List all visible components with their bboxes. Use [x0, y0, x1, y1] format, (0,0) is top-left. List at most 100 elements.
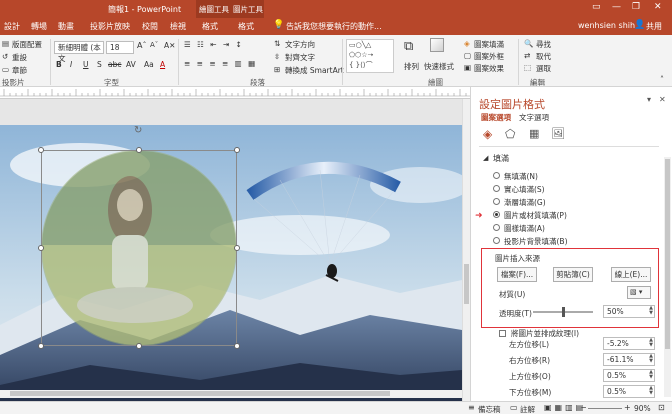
resize-handle[interactable] [38, 147, 44, 153]
shape-effects-button[interactable]: 圖案效果 [474, 63, 504, 74]
selection-box[interactable] [41, 150, 237, 346]
offset-input[interactable]: -61.1% ▲ ▼ [603, 353, 655, 366]
pane-scroll-thumb[interactable] [665, 159, 670, 349]
spinner-icon[interactable]: ▲ ▼ [649, 338, 653, 348]
tab-text-options[interactable]: 文字選項 [519, 112, 549, 123]
vertical-scrollbar[interactable] [462, 99, 470, 401]
fill-option-label[interactable]: 無填滿(N) [504, 171, 538, 182]
quick-styles-icon[interactable] [430, 38, 444, 52]
font-size-select[interactable]: 18 [106, 41, 134, 54]
picture-icon[interactable]: 🖼 [551, 127, 565, 140]
spinner-icon[interactable]: ▲ ▼ [649, 386, 653, 396]
fill-option-label[interactable]: 實心填滿(S) [504, 184, 545, 195]
tab-review[interactable]: 校閱 [142, 21, 158, 32]
tab-design[interactable]: 設計 [4, 21, 20, 32]
resize-handle[interactable] [136, 343, 142, 349]
arrange-icon[interactable]: ⧉ [404, 39, 413, 54]
tab-slideshow[interactable]: 投影片放映 [90, 21, 130, 32]
resize-handle[interactable] [234, 147, 240, 153]
pane-close-icon[interactable]: ✕ [659, 95, 666, 104]
notes-button[interactable]: 備忘稿 [478, 404, 501, 415]
fill-section-header[interactable]: 填滿 [493, 153, 509, 164]
scroll-thumb[interactable] [464, 264, 469, 304]
scroll-thumb[interactable] [10, 391, 390, 396]
tab-transitions[interactable]: 轉場 [31, 21, 47, 32]
slide-editor[interactable]: ↻ [0, 99, 462, 401]
fill-option-radio[interactable] [493, 224, 500, 231]
resize-handle[interactable] [234, 245, 240, 251]
shape-outline-button[interactable]: 圖案外框 [474, 51, 504, 62]
offset-input[interactable]: 0.5% ▲ ▼ [603, 385, 655, 398]
share-button[interactable]: 共用 [646, 21, 662, 32]
shapes-gallery[interactable]: ▭○╲△ ⬠⬡☆➝{ }⟨⟩⌒ [346, 39, 394, 73]
quick-styles-button[interactable]: 快速樣式 [424, 61, 454, 72]
fill-option-label[interactable]: 圖樣填滿(A) [504, 223, 545, 234]
texture-picker[interactable]: ▧ ▾ [627, 286, 651, 299]
fill-option-radio[interactable] [493, 172, 500, 179]
minimize-icon[interactable]: — [612, 2, 621, 12]
tab-drawing-format[interactable]: 格式 [202, 21, 218, 32]
resize-handle[interactable] [38, 245, 44, 251]
fill-option-label[interactable]: 投影片背景填滿(B) [504, 236, 568, 247]
bullets-icon[interactable]: ☰ ☷ ⇤ ⇥ ↕ [184, 40, 244, 49]
replace-button[interactable]: 取代 [536, 51, 551, 62]
resize-handle[interactable] [234, 343, 240, 349]
restore-icon[interactable]: ❐ [632, 2, 640, 12]
arrange-button[interactable]: 排列 [404, 61, 419, 72]
layout-button[interactable]: 版面配置 [12, 39, 42, 50]
effects-pentagon-icon[interactable]: ⬠ [505, 127, 515, 141]
collapse-ribbon-icon[interactable]: ˄ [660, 75, 664, 84]
fill-option-radio[interactable] [493, 198, 500, 205]
tile-checkbox[interactable] [499, 330, 506, 337]
pane-scrollbar[interactable] [664, 157, 671, 397]
align-text-button[interactable]: 對齊文字 [285, 52, 315, 63]
italic-button[interactable]: I [70, 60, 72, 69]
fill-option-radio[interactable] [493, 211, 500, 218]
strikethrough-button[interactable]: abc [108, 60, 121, 69]
ribbon-display-icon[interactable]: ▭ [592, 2, 601, 12]
close-icon[interactable]: ✕ [654, 2, 662, 12]
change-case-button[interactable]: Aa [144, 60, 154, 69]
clipboard-button[interactable]: 剪貼簿(C) [553, 267, 593, 282]
fill-option-radio[interactable] [493, 237, 500, 244]
find-button[interactable]: 尋找 [536, 39, 551, 50]
section-collapse-icon[interactable]: ◢ [483, 154, 488, 162]
clear-format-icon[interactable]: A✕ [164, 41, 175, 50]
slide[interactable]: ↻ [0, 125, 462, 401]
horizontal-scrollbar[interactable] [0, 390, 462, 398]
bold-button[interactable]: B [56, 60, 62, 69]
fit-slide-icon[interactable]: ⊡ [658, 403, 665, 412]
transparency-slider[interactable] [533, 307, 593, 317]
resize-handle[interactable] [38, 343, 44, 349]
font-name-select[interactable]: 新細明體 (本文 [54, 41, 104, 63]
zoom-out-icon[interactable]: − [580, 403, 587, 412]
user-name[interactable]: wenhsien shih [578, 21, 635, 30]
underline-button[interactable]: U [83, 60, 89, 69]
font-color-button[interactable]: A [160, 60, 165, 69]
online-button[interactable]: 線上(E)... [611, 267, 651, 282]
offset-input[interactable]: -5.2% ▲ ▼ [603, 337, 655, 350]
tell-me-search[interactable]: 告訴我您想要執行的動作... [286, 21, 382, 32]
transparency-slider-thumb[interactable] [562, 307, 565, 317]
zoom-in-icon[interactable]: + [624, 403, 631, 412]
transparency-input[interactable]: 50% ▲ ▼ [603, 305, 655, 318]
rotate-handle-icon[interactable]: ↻ [134, 125, 142, 136]
pane-options-icon[interactable]: ▾ [647, 95, 651, 104]
shadow-button[interactable]: S [97, 60, 102, 69]
tab-picture-format[interactable]: 格式 [238, 21, 254, 32]
text-direction-button[interactable]: 文字方向 [285, 39, 315, 50]
tab-animations[interactable]: 動畫 [58, 21, 74, 32]
size-properties-icon[interactable]: ▦ [529, 127, 539, 140]
resize-handle[interactable] [136, 147, 142, 153]
grow-font-icon[interactable]: Aˆ [137, 41, 146, 50]
select-button[interactable]: 選取 [536, 63, 551, 74]
reset-button[interactable]: 重設 [12, 52, 27, 63]
section-button[interactable]: 章節 [12, 65, 27, 76]
zoom-level[interactable]: 90% [634, 404, 651, 413]
comments-button[interactable]: 註解 [520, 404, 535, 415]
spinner-icon[interactable]: ▲ ▼ [649, 354, 653, 364]
tab-view[interactable]: 檢視 [170, 21, 186, 32]
shrink-font-icon[interactable]: Aˇ [150, 41, 158, 49]
spinner-icon[interactable]: ▲ ▼ [649, 306, 653, 316]
smartart-button[interactable]: 轉換成 SmartArt [285, 65, 344, 76]
